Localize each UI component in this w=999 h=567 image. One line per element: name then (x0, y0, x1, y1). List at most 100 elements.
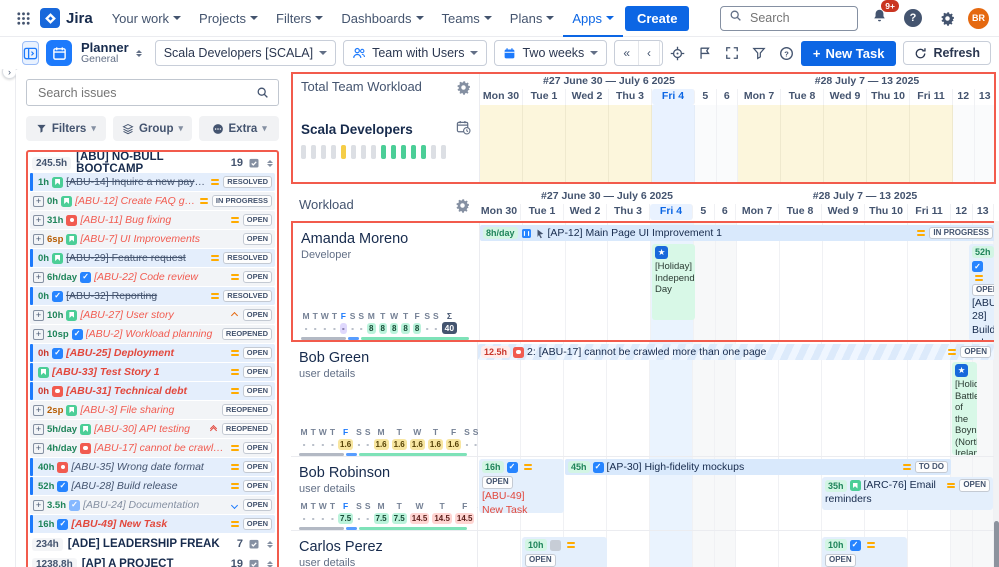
day-header-13[interactable]: 13 (973, 204, 995, 220)
calendar-check-icon[interactable] (248, 157, 260, 169)
expand-icon[interactable]: + (33, 272, 44, 283)
day-header-wed-2[interactable]: Wed 2 (564, 204, 607, 220)
prev-button[interactable]: ‹ (639, 41, 660, 65)
issue-row[interactable]: [ABU-33] Test Story 1OPEN (30, 363, 275, 381)
nav-item-teams[interactable]: Teams (433, 0, 501, 37)
day-header-tue-8[interactable]: Tue 8 (781, 89, 824, 105)
issue-row[interactable]: +31h[ABU-11] Bug fixingOPEN (30, 211, 275, 229)
day-header-fri-4[interactable]: Fri 4 (650, 204, 693, 220)
global-search-input[interactable] (748, 10, 849, 26)
user-role-link[interactable]: user details (299, 368, 469, 380)
nav-item-apps[interactable]: Apps (563, 0, 623, 37)
nav-item-projects[interactable]: Projects (190, 0, 267, 37)
expand-icon[interactable]: + (33, 443, 44, 454)
task-card[interactable]: 52h✓OPEN[ABU-28]Build release (969, 244, 994, 340)
user-role-link[interactable]: Developer (301, 249, 471, 261)
day-header-tue-1[interactable]: Tue 1 (521, 204, 564, 220)
expand-icon[interactable]: + (33, 405, 44, 416)
day-header-12[interactable]: 12 (953, 89, 975, 105)
milestone-flag-icon[interactable] (698, 46, 712, 60)
day-header-mon-7[interactable]: Mon 7 (736, 204, 779, 220)
day-header-5[interactable]: 5 (695, 89, 717, 105)
issue-row[interactable]: 40h[ABU-35] Wrong date formatOPEN (30, 458, 275, 476)
calendar-check-icon[interactable] (248, 538, 260, 550)
day-header-mon-30[interactable]: Mon 30 (480, 89, 523, 105)
day-header-wed-2[interactable]: Wed 2 (566, 89, 609, 105)
day-header-13[interactable]: 13 (975, 89, 995, 105)
day-header-12[interactable]: 12 (951, 204, 973, 220)
filter-funnel-icon[interactable] (752, 46, 766, 60)
day-header-mon-7[interactable]: Mon 7 (738, 89, 781, 105)
help-button[interactable]: ? (900, 5, 926, 31)
nav-item-your-work[interactable]: Your work (103, 0, 190, 37)
sort-arrows-icon[interactable] (267, 558, 273, 567)
app-switcher-grid-icon[interactable] (10, 5, 36, 31)
scrollbar-thumb[interactable] (994, 521, 999, 567)
help-ring-icon[interactable]: ? (779, 46, 794, 61)
issue-row[interactable]: +10h[ABU-27] User storyOPEN (30, 306, 275, 324)
user-avatar[interactable]: BR (968, 8, 989, 29)
user-role-link[interactable]: user details (299, 483, 469, 495)
refresh-button[interactable]: Refresh (903, 41, 991, 65)
day-header-tue-8[interactable]: Tue 8 (779, 204, 822, 220)
locate-task-icon[interactable] (670, 46, 685, 61)
task-bar[interactable]: 45h✓[AP-30] High-fidelity mockupsTO DO (565, 459, 951, 475)
sidebar-toggle-button[interactable] (22, 41, 39, 65)
sidebar-extra-button[interactable]: Extra▾ (199, 116, 279, 141)
issue-search-input[interactable] (36, 85, 256, 101)
expand-icon[interactable]: + (33, 196, 44, 207)
nav-item-filters[interactable]: Filters (267, 0, 332, 37)
gear-icon[interactable] (455, 198, 470, 218)
nav-item-plans[interactable]: Plans (501, 0, 564, 37)
user-role-link[interactable]: user details (299, 557, 469, 567)
expand-icon[interactable]: + (33, 500, 44, 511)
expand-icon[interactable]: + (33, 215, 44, 226)
expand-icon[interactable]: + (33, 234, 44, 245)
day-header-fri-11[interactable]: Fri 11 (908, 204, 951, 220)
holiday-card[interactable]: ★[Holiday] Independence Day (652, 244, 695, 320)
day-header-thu-10[interactable]: Thu 10 (865, 204, 908, 220)
expand-icon[interactable]: + (33, 310, 44, 321)
calendar-clock-icon[interactable] (456, 120, 471, 138)
issue-row[interactable]: 52h✓[ABU-28] Build releaseOPEN (30, 477, 275, 495)
nav-item-dashboards[interactable]: Dashboards (332, 0, 432, 37)
view-mode-select[interactable]: Team with Users (343, 40, 487, 66)
today-button[interactable]: Today (660, 41, 663, 65)
gear-icon[interactable] (456, 80, 471, 100)
expand-icon[interactable]: + (33, 329, 44, 340)
planner-switcher-chevrons[interactable] (136, 47, 142, 60)
day-header-tue-1[interactable]: Tue 1 (523, 89, 566, 105)
day-header-thu-3[interactable]: Thu 3 (607, 204, 650, 220)
day-header-mon-30[interactable]: Mon 30 (478, 204, 521, 220)
issue-row[interactable]: +6h/day✓[ABU-22] Code reviewOPEN (30, 268, 275, 286)
global-search[interactable] (720, 6, 858, 31)
issue-row[interactable]: 16h✓[ABU-49] New TaskOPEN (30, 515, 275, 533)
calendar-check-icon[interactable] (248, 558, 260, 567)
issue-row[interactable]: +10sp✓[ABU-2] Workload planningREOPENED (30, 325, 275, 343)
day-header-wed-9[interactable]: Wed 9 (822, 204, 865, 220)
sidebar-filters-button[interactable]: Filters▾ (26, 116, 106, 141)
jump-back-button[interactable]: « (615, 41, 639, 65)
task-card[interactable]: 10h✓OPEN[ABU-47]Create (822, 537, 907, 567)
team-select[interactable]: Scala Developers [SCALA] (155, 40, 336, 66)
sort-arrows-icon[interactable] (267, 538, 273, 551)
sidebar-group-button[interactable]: Group▾ (113, 116, 193, 141)
issue-search[interactable] (26, 79, 279, 106)
issue-row[interactable]: +5h/day[ABU-30] API testingREOPENED (30, 420, 275, 438)
day-header-thu-10[interactable]: Thu 10 (867, 89, 910, 105)
holiday-card[interactable]: ★[Holiday] Battle of the Boyne (Northern… (952, 362, 977, 455)
issue-row[interactable]: +2sp[ABU-3] File sharingREOPENED (30, 401, 275, 419)
day-header-5[interactable]: 5 (693, 204, 715, 220)
issue-row[interactable]: +0h[ABU-12] Create FAQ guide on how ...I… (30, 192, 275, 210)
fullscreen-icon[interactable] (725, 46, 739, 60)
issue-row[interactable]: +4h/day[ABU-17] cannot be crawled more t… (30, 439, 275, 457)
day-header-wed-9[interactable]: Wed 9 (824, 89, 867, 105)
create-button[interactable]: Create (625, 6, 689, 31)
new-task-button[interactable]: + New Task (801, 41, 897, 66)
settings-button[interactable] (934, 5, 960, 31)
sort-arrows-icon[interactable] (267, 157, 273, 170)
jira-logo[interactable]: Jira (38, 8, 101, 28)
notifications-button[interactable]: 9+ (866, 5, 892, 31)
issue-row[interactable]: +3.5h✓[ABU-24] DocumentationOPEN (30, 496, 275, 514)
task-card[interactable]: 35h[ARC-76] EmailOPENreminders (822, 477, 993, 510)
